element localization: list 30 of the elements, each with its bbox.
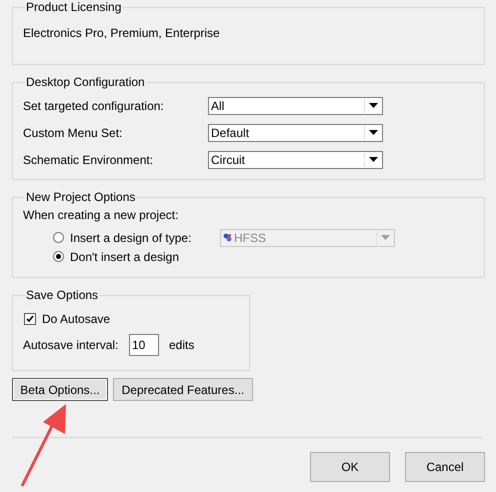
option-button[interactable]: Beta Options... bbox=[12, 378, 108, 401]
option-label[interactable]: Don't insert a design bbox=[70, 250, 220, 264]
group-title: Product Licensing bbox=[25, 0, 122, 14]
radio-button[interactable] bbox=[53, 232, 64, 243]
dropdown-arrow-icon bbox=[368, 103, 378, 108]
field-label: Set targeted configuration: bbox=[23, 98, 165, 112]
dropdown-arrow-icon bbox=[380, 235, 390, 240]
group-title: New Project Options bbox=[25, 190, 136, 204]
design-icon bbox=[223, 233, 232, 242]
field-label: Custom Menu Set: bbox=[23, 126, 124, 140]
dropdown[interactable]: All bbox=[208, 96, 383, 114]
radio-button[interactable] bbox=[53, 251, 64, 262]
license-text: Electronics Pro, Premium, Enterprise bbox=[23, 26, 221, 40]
interval-field[interactable]: 10 bbox=[129, 334, 159, 356]
dialog-button[interactable]: OK bbox=[310, 452, 390, 482]
option-label[interactable]: Insert a design of type: bbox=[70, 230, 220, 244]
group-title: Desktop Configuration bbox=[25, 75, 146, 89]
dropdown[interactable]: Default bbox=[208, 124, 383, 142]
unit-label: edits bbox=[169, 338, 194, 352]
field-label: Autosave interval: bbox=[23, 338, 120, 352]
prompt-text: When creating a new project: bbox=[23, 208, 180, 222]
dialog-button[interactable]: Cancel bbox=[405, 452, 485, 482]
group-title: Save Options bbox=[25, 288, 100, 302]
checkbox[interactable] bbox=[24, 313, 36, 325]
dropdown[interactable]: Circuit bbox=[208, 150, 383, 168]
dropdown-arrow-icon bbox=[368, 130, 378, 135]
checkbox-label[interactable]: Do Autosave bbox=[42, 312, 110, 326]
field-label: Schematic Environment: bbox=[23, 152, 154, 166]
option-button[interactable]: Deprecated Features... bbox=[113, 378, 253, 401]
dropdown-arrow-icon bbox=[368, 157, 378, 162]
